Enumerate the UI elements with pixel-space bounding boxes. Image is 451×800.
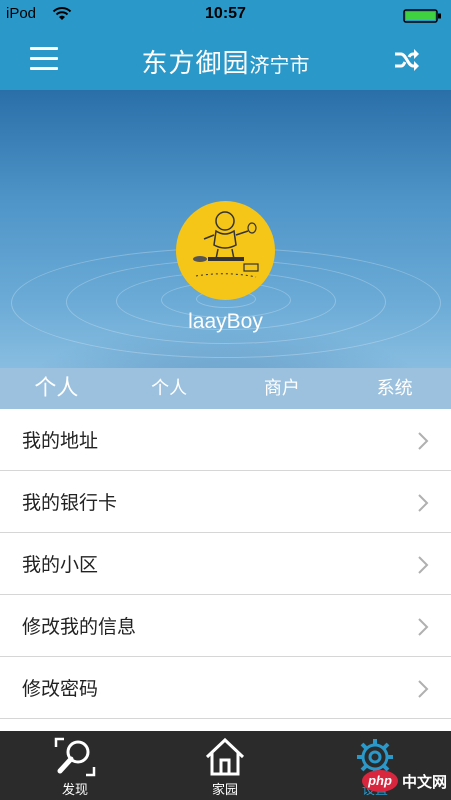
- watermark-text: 中文网: [401, 772, 447, 791]
- watermark-badge: php: [361, 770, 398, 792]
- battery-icon: [403, 8, 443, 27]
- chevron-right-icon: [418, 680, 429, 698]
- watermark: php 中文网: [361, 770, 447, 792]
- list-item-label: 我的地址: [22, 430, 99, 452]
- list-item-label: 我的银行卡: [22, 492, 118, 514]
- nav-bar: 东方御园济宁市: [0, 30, 451, 90]
- list-item-change-password[interactable]: 修改密码: [0, 657, 451, 719]
- profile-header-background: laayBoy: [0, 90, 451, 368]
- avatar[interactable]: [176, 201, 275, 300]
- title-city: 济宁市: [249, 53, 310, 77]
- chevron-right-icon: [418, 432, 429, 450]
- settings-list: 我的地址 我的银行卡 我的小区 修改我的信息 修改密码: [0, 409, 451, 719]
- tab-system[interactable]: 系统: [338, 368, 451, 409]
- clock: 10:57: [205, 5, 246, 22]
- title-main: 东方御园: [141, 49, 250, 79]
- tabbar-item-home[interactable]: 家园: [150, 731, 300, 800]
- list-item-my-address[interactable]: 我的地址: [0, 409, 451, 471]
- home-icon: [205, 737, 245, 781]
- bottom-tab-bar: 发现 家园 设置 php: [0, 731, 451, 800]
- tab-personal[interactable]: 个人: [113, 368, 226, 409]
- list-item-my-community[interactable]: 我的小区: [0, 533, 451, 595]
- search-icon: [54, 737, 96, 781]
- page-title: 东方御园济宁市: [0, 43, 451, 80]
- list-item-label: 修改我的信息: [22, 616, 137, 638]
- status-bar: iPod 10:57: [0, 0, 451, 30]
- username: laayBoy: [188, 310, 263, 333]
- tabbar-label: 发现: [61, 783, 88, 798]
- shuffle-icon[interactable]: [393, 46, 421, 74]
- profile-tabs: 个人 个人 商户 系统: [0, 368, 451, 409]
- list-item-my-bank-card[interactable]: 我的银行卡: [0, 471, 451, 533]
- tabbar-label: 家园: [211, 783, 238, 798]
- tab-merchant[interactable]: 商户: [226, 368, 339, 409]
- list-item-label: 修改密码: [22, 678, 99, 700]
- list-item-label: 我的小区: [22, 554, 99, 576]
- chevron-right-icon: [418, 494, 429, 512]
- tabbar-item-discover[interactable]: 发现: [0, 731, 150, 800]
- chevron-right-icon: [418, 618, 429, 636]
- list-item-edit-my-info[interactable]: 修改我的信息: [0, 595, 451, 657]
- chevron-right-icon: [418, 556, 429, 574]
- tab-personal-active[interactable]: 个人: [0, 368, 113, 409]
